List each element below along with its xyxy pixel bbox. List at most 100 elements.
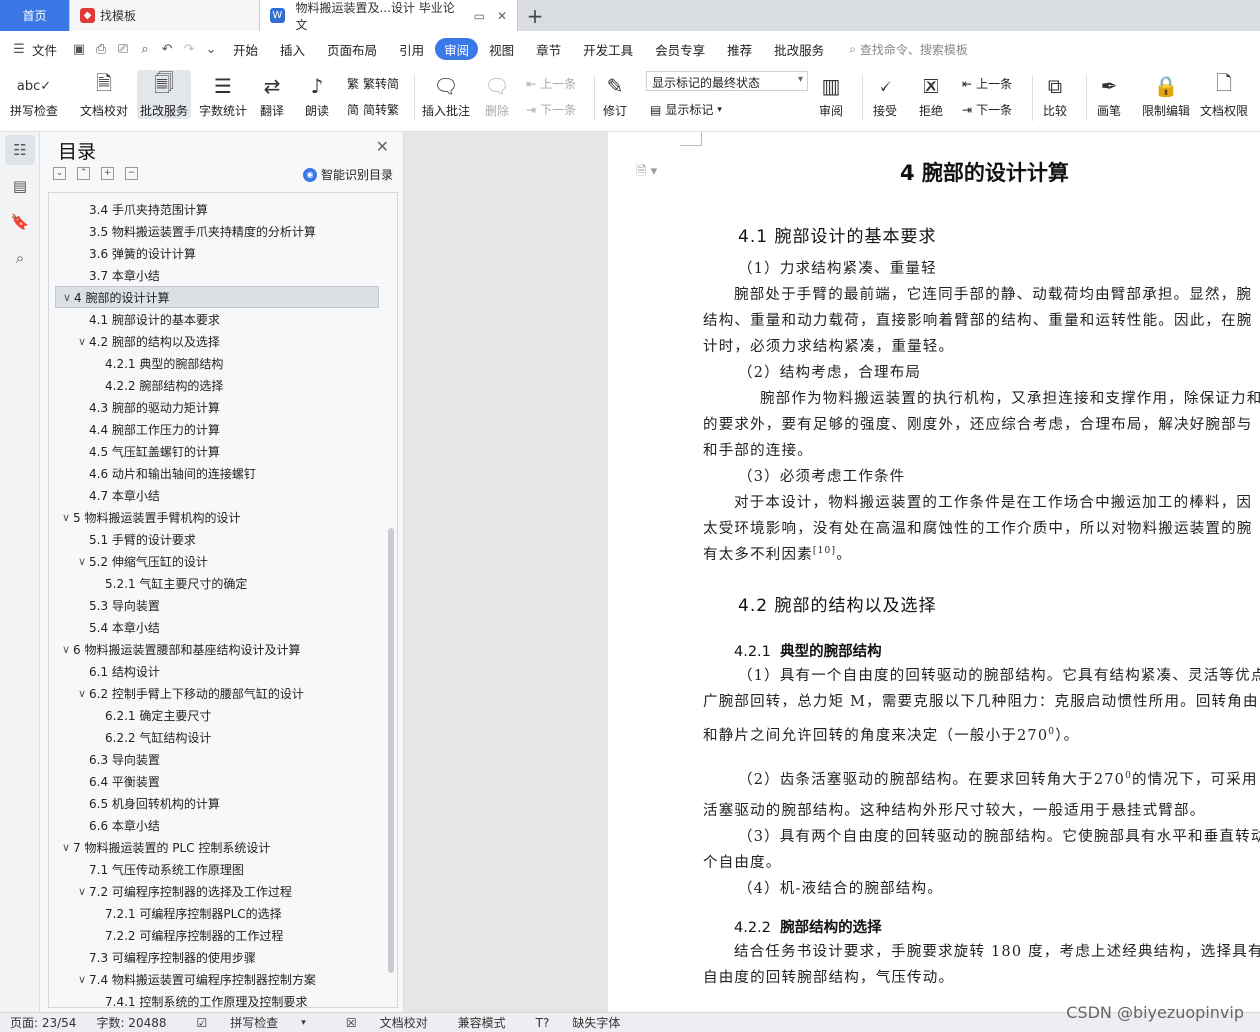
menu-review[interactable]: 审阅 <box>435 38 479 60</box>
page-indicator[interactable]: 页面: 23/54 <box>0 1014 86 1031</box>
missing-font-status[interactable]: T? 缺失字体 <box>516 1014 641 1031</box>
toc-item[interactable]: 6.3 导向装置 <box>49 748 379 770</box>
toc-item[interactable]: 5.2.1 气缸主要尺寸的确定 <box>49 572 379 594</box>
monitor-icon[interactable]: ▭ <box>474 9 485 23</box>
read-aloud-button[interactable]: ♪ 朗读 <box>302 70 332 119</box>
toc-item[interactable]: 3.6 弹簧的设计计算 <box>49 242 379 264</box>
toc-item[interactable]: 5.3 导向装置 <box>49 594 379 616</box>
new-tab-button[interactable]: + <box>518 0 552 31</box>
toc-item[interactable]: 3.4 手爪夹持范围计算 <box>49 198 379 220</box>
command-search[interactable]: ⌕ 查找命令、搜索模板 <box>849 41 968 58</box>
review-pane-button[interactable]: ▥ 审阅 <box>816 70 846 119</box>
word-count-button[interactable]: ☰ 字数统计 <box>199 70 247 119</box>
proofread-button[interactable]: 🗎 文档校对 <box>80 70 128 119</box>
accept-button[interactable]: 🗸 接受 <box>870 70 900 119</box>
proofread-status[interactable]: ☒ 文档校对 <box>326 1014 448 1031</box>
undo-icon[interactable]: ↶ <box>156 42 178 57</box>
next-change-button[interactable]: ⇥ 下一条 <box>962 101 1012 118</box>
toc-item[interactable]: 3.7 本章小结 <box>49 264 379 286</box>
pen-button[interactable]: ✒ 画笔 <box>1094 70 1124 119</box>
toc-item[interactable]: ∨ 5 物料搬运装置手臂机构的设计 <box>49 506 379 528</box>
chevron-down-icon[interactable]: ∨ <box>75 687 89 700</box>
toc-item[interactable]: 4.6 动片和输出轴间的连接螺钉 <box>49 462 379 484</box>
toc-item[interactable]: 4.2.2 腕部结构的选择 <box>49 374 379 396</box>
toc-item[interactable]: ∨ 7.2 可编程序控制器的选择及工作过程 <box>49 880 379 902</box>
markup-state-select[interactable]: 显示标记的最终状态 <box>646 71 808 91</box>
save-icon[interactable]: ▣ <box>68 42 90 57</box>
chevron-down-icon[interactable]: ∨ <box>75 555 89 568</box>
spell-check-status[interactable]: ☑ 拼写检查 ▾ <box>177 1014 326 1031</box>
toc-item[interactable]: 6.2.1 确定主要尺寸 <box>49 704 379 726</box>
expand-up-icon[interactable]: ⌃ <box>77 167 90 180</box>
menu-layout[interactable]: 页面布局 <box>316 38 388 60</box>
toc-item[interactable]: ∨ 6 物料搬运装置腰部和基座结构设计及计算 <box>49 638 379 660</box>
toc-item[interactable]: 4.3 腕部的驱动力矩计算 <box>49 396 379 418</box>
toc-item[interactable]: 3.5 物料搬运装置手爪夹持精度的分析计算 <box>49 220 379 242</box>
menu-file[interactable]: 文件 <box>30 38 68 60</box>
chevron-down-icon[interactable]: ∨ <box>59 643 73 656</box>
menu-reference[interactable]: 引用 <box>388 38 435 60</box>
hamburger-icon[interactable]: ☰ <box>8 42 30 57</box>
menu-insert[interactable]: 插入 <box>269 38 316 60</box>
chevron-down-icon[interactable]: ∨ <box>75 885 89 898</box>
quick-access-dropdown-icon[interactable]: ⌄ <box>200 42 222 57</box>
tab-document[interactable]: W 物料搬运装置及...设计 毕业论文 ▭ ✕ <box>260 0 518 32</box>
chapter-nav-icon[interactable]: ▤ <box>5 171 35 201</box>
toc-item[interactable]: 7.4.1 控制系统的工作原理及控制要求 <box>49 990 379 1008</box>
toc-item[interactable]: 6.2.2 气缸结构设计 <box>49 726 379 748</box>
trad-to-simp-button[interactable]: 繁繁转简 <box>347 75 399 92</box>
toc-item[interactable]: 5.1 手臂的设计要求 <box>49 528 379 550</box>
toc-item[interactable]: 6.6 本章小结 <box>49 814 379 836</box>
insert-comment-button[interactable]: 🗨 插入批注 <box>422 70 470 119</box>
toc-item[interactable]: ∨ 7.4 物料搬运装置可编程序控制器控制方案 <box>49 968 379 990</box>
toc-panel-icon[interactable]: ☷ <box>5 135 35 165</box>
toc-item[interactable]: 7.3 可编程序控制器的使用步骤 <box>49 946 379 968</box>
document-page[interactable]: 🗎 ▾ 4 腕部的设计计算 4.1 腕部设计的基本要求 （1）力求结构紧凑、重量… <box>608 132 1260 1012</box>
reject-button[interactable]: 🗷 拒绝 <box>916 70 946 119</box>
correction-service-button[interactable]: 🗐 批改服务 <box>137 70 192 119</box>
toc-item[interactable]: 6.5 机身回转机构的计算 <box>49 792 379 814</box>
export-icon[interactable]: ⎙ <box>90 42 112 57</box>
toc-item[interactable]: 5.4 本章小结 <box>49 616 379 638</box>
spell-check-button[interactable]: abc✓ 拼写检查 <box>10 70 58 119</box>
toc-item[interactable]: 7.2.1 可编程序控制器PLC的选择 <box>49 902 379 924</box>
show-markup-button[interactable]: ▤ 显示标记 ▾ <box>650 101 722 118</box>
tab-home[interactable]: 首页 <box>0 0 70 31</box>
chevron-down-icon[interactable]: ∨ <box>75 335 89 348</box>
bookmark-icon[interactable]: 🔖 <box>5 207 35 237</box>
delete-comment-button[interactable]: 🗨 删除 <box>482 70 512 119</box>
simp-to-trad-button[interactable]: 简简转繁 <box>347 101 399 118</box>
next-comment-button[interactable]: ⇥ 下一条 <box>526 101 576 118</box>
prev-comment-button[interactable]: ⇤ 上一条 <box>526 75 576 92</box>
toc-scrollbar[interactable] <box>388 528 394 973</box>
toc-item[interactable]: 4.2.1 典型的腕部结构 <box>49 352 379 374</box>
compare-button[interactable]: ⧉ 比较 <box>1040 70 1070 119</box>
toc-item[interactable]: 7.2.2 可编程序控制器的工作过程 <box>49 924 379 946</box>
toc-item[interactable]: ∨ 6.2 控制手臂上下移动的腰部气缸的设计 <box>49 682 379 704</box>
document-options-icon[interactable]: 🗎 ▾ <box>636 162 657 184</box>
chevron-down-icon[interactable]: ∨ <box>59 511 73 524</box>
print-icon[interactable]: ⎚ <box>112 42 134 57</box>
toc-item[interactable]: 6.4 平衡装置 <box>49 770 379 792</box>
prev-change-button[interactable]: ⇤ 上一条 <box>962 75 1012 92</box>
close-tab-icon[interactable]: ✕ <box>497 9 507 23</box>
chevron-down-icon[interactable]: ∨ <box>60 291 74 304</box>
toc-item[interactable]: 4.4 腕部工作压力的计算 <box>49 418 379 440</box>
toc-item[interactable]: 6.1 结构设计 <box>49 660 379 682</box>
toc-item[interactable]: ∨ 4.2 腕部的结构以及选择 <box>49 330 379 352</box>
menu-view[interactable]: 视图 <box>478 38 525 60</box>
toc-item[interactable]: 4.1 腕部设计的基本要求 <box>49 308 379 330</box>
menu-home[interactable]: 开始 <box>222 38 269 60</box>
redo-icon[interactable]: ↷ <box>178 42 200 57</box>
remove-level-icon[interactable]: − <box>125 167 138 180</box>
track-changes-button[interactable]: ✎ 修订 <box>600 70 630 119</box>
toc-item[interactable]: 4.7 本章小结 <box>49 484 379 506</box>
menu-devtools[interactable]: 开发工具 <box>572 38 644 60</box>
close-icon[interactable]: ✕ <box>376 137 389 156</box>
search-panel-icon[interactable]: ⌕ <box>5 243 35 273</box>
menu-member[interactable]: 会员专享 <box>644 38 716 60</box>
toc-item[interactable]: 4.5 气压缸盖螺钉的计算 <box>49 440 379 462</box>
collapse-all-icon[interactable]: ⌄ <box>53 167 66 180</box>
tab-template[interactable]: ◆ 找模板 <box>70 0 260 31</box>
word-count-indicator[interactable]: 字数: 20488 <box>86 1014 176 1031</box>
